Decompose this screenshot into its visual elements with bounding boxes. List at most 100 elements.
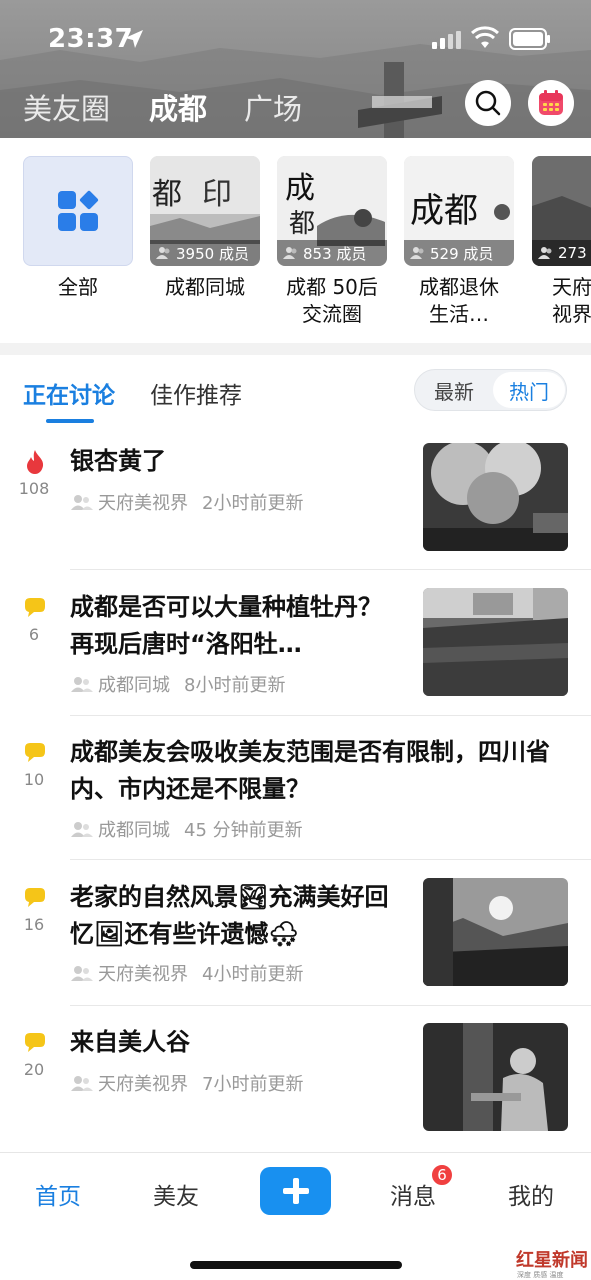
wifi-icon — [471, 26, 499, 48]
circle-thumbnail: 成都 853 成员 — [277, 156, 387, 266]
feed-meta: 天府美视界 4小时前更新 — [70, 960, 303, 986]
feed-item[interactable]: 10 成都美友会吸收美友范围是否有限制，四川省内、市内还是不限量？ 成都同城 4… — [0, 731, 591, 859]
member-count-bar: 853 成员 — [277, 240, 387, 266]
feed-thumbnail — [423, 443, 568, 551]
feed-title: 成都美友会吸收美友范围是否有限制，四川省内、市内还是不限量？ — [70, 738, 550, 803]
svg-text:都: 都 — [152, 177, 182, 212]
comment-icon — [25, 743, 45, 762]
circle-name: 成都同城 — [165, 275, 245, 299]
circle-name: 天府 视界 — [552, 275, 591, 326]
nav-home[interactable]: 首页 — [35, 1177, 81, 1211]
group-icon — [71, 677, 93, 692]
circle-thumbnail: 成都 529 成员 — [404, 156, 514, 266]
group-icon — [71, 1076, 93, 1091]
feed-separator — [70, 569, 591, 570]
members-icon — [156, 247, 170, 259]
group-name: 天府美视界 — [98, 964, 188, 985]
group-name: 成都同城 — [98, 820, 170, 841]
group-icon — [71, 822, 93, 837]
tab-recommended[interactable]: 佳作推荐 — [150, 376, 242, 410]
feed-separator — [70, 859, 591, 860]
reply-count: 10 — [23, 770, 45, 789]
circle-chengdu-tongcheng[interactable]: 都印 3950 成员 成都同城 — [150, 156, 260, 301]
feed-meta: 成都同城 8小时前更新 — [70, 671, 285, 697]
update-time: 8小时前更新 — [184, 675, 286, 696]
circle-list: 全部 都印 3950 成员 成都同城 成都 853 成员 成都 50后 交流圈 … — [0, 138, 591, 343]
update-time: 4小时前更新 — [202, 964, 304, 985]
feed-title: 成都是否可以大量种植牡丹？再现后唐时“洛阳牡… — [70, 593, 382, 658]
grid-apps-icon — [58, 190, 99, 231]
active-tab-indicator — [46, 419, 94, 423]
section-divider — [0, 343, 591, 355]
all-circles-tile — [23, 156, 133, 266]
status-time: 23:37 — [48, 24, 134, 54]
circle-chengdu-50hou[interactable]: 成都 853 成员 成都 50后 交流圈 — [277, 156, 387, 328]
circle-thumbnail: 都印 3950 成员 — [150, 156, 260, 266]
reply-count: 16 — [23, 915, 45, 934]
reply-count: 6 — [28, 625, 40, 644]
update-time: 2小时前更新 — [202, 493, 304, 514]
circle-chengdu-tuixiu[interactable]: 成都 529 成员 成都退休 生活… — [404, 156, 514, 328]
feed-meta: 成都同城 45 分钟前更新 — [70, 816, 303, 842]
watermark-logo: 红星新闻 — [516, 1250, 588, 1271]
feed-title: 老家的自然风景🏞充满美好回忆🖼还有些许遗憾🌨 — [70, 883, 389, 948]
feed-meta: 天府美视界 7小时前更新 — [70, 1070, 303, 1096]
bottom-navigation: 首页 美友 消息 6 我的 — [0, 1152, 591, 1280]
top-header: 23:37 美友圈 成都 广场 — [0, 0, 591, 138]
nav-friends[interactable]: 美友 — [153, 1177, 199, 1211]
circle-thumbnail: 273 — [532, 156, 591, 266]
message-badge: 6 — [430, 1163, 454, 1187]
reply-count: 108 — [18, 479, 50, 498]
feed-item[interactable]: 108 银杏黄了 天府美视界 2小时前更新 — [0, 440, 591, 570]
home-indicator — [190, 1261, 402, 1269]
reply-count: 20 — [23, 1060, 45, 1079]
svg-text:成: 成 — [285, 171, 315, 206]
feed-meta: 天府美视界 2小时前更新 — [70, 489, 303, 515]
feed-item[interactable]: 6 成都是否可以大量种植牡丹？再现后唐时“洛阳牡… 成都同城 8小时前更新 — [0, 586, 591, 716]
feed-title: 银杏黄了 — [70, 447, 166, 475]
sort-toggle: 最新 热门 — [414, 369, 567, 411]
member-count-bar: 273 — [532, 240, 591, 266]
member-count: 853 成员 — [303, 244, 367, 263]
member-count: 273 — [558, 244, 587, 262]
create-post-button[interactable] — [260, 1167, 331, 1215]
svg-text:印: 印 — [202, 177, 232, 212]
watermark-subtitle: 深度 质感 温度 — [517, 1271, 564, 1279]
member-count-bar: 3950 成员 — [150, 240, 260, 266]
feed-thumbnail — [423, 588, 568, 696]
tab-discussing[interactable]: 正在讨论 — [23, 376, 115, 410]
update-time: 7小时前更新 — [202, 1074, 304, 1095]
member-count-bar: 529 成员 — [404, 240, 514, 266]
circle-tianfu-shijie[interactable]: 273 天府 视界 — [532, 156, 591, 328]
update-time: 45 分钟前更新 — [184, 820, 303, 841]
nav-messages[interactable]: 消息 — [390, 1177, 436, 1211]
member-count: 529 成员 — [430, 244, 494, 263]
circle-name: 全部 — [58, 275, 98, 299]
comment-icon — [25, 598, 45, 617]
calendar-button[interactable] — [528, 80, 574, 126]
tab-guangchang[interactable]: 广场 — [244, 86, 302, 128]
search-button[interactable] — [465, 80, 511, 126]
nav-profile[interactable]: 我的 — [508, 1177, 554, 1211]
comment-icon — [25, 1033, 45, 1052]
circle-name: 成都退休 生活… — [419, 275, 499, 326]
cellular-signal-icon — [432, 31, 461, 49]
group-name: 天府美视界 — [98, 493, 188, 514]
group-name: 成都同城 — [98, 675, 170, 696]
battery-icon — [509, 28, 550, 50]
circle-all[interactable]: 全部 — [23, 156, 133, 301]
comment-icon — [25, 888, 45, 907]
group-icon — [71, 495, 93, 510]
sort-hot-button[interactable]: 热门 — [493, 372, 565, 408]
feed-item[interactable]: 16 老家的自然风景🏞充满美好回忆🖼还有些许遗憾🌨 天府美视界 4小时前更新 — [0, 876, 591, 1006]
members-icon — [410, 247, 424, 259]
svg-text:都: 都 — [289, 209, 315, 239]
feed-item[interactable]: 20 来自美人谷 天府美视界 7小时前更新 — [0, 1021, 591, 1151]
feed-title: 来自美人谷 — [70, 1028, 190, 1056]
member-count: 3950 成员 — [176, 244, 249, 263]
tab-meiyouquan[interactable]: 美友圈 — [23, 86, 110, 128]
tab-chengdu[interactable]: 成都 — [149, 86, 207, 128]
sort-latest-button[interactable]: 最新 — [418, 372, 490, 408]
feed-separator — [70, 715, 591, 716]
feed-thumbnail — [423, 1023, 568, 1131]
